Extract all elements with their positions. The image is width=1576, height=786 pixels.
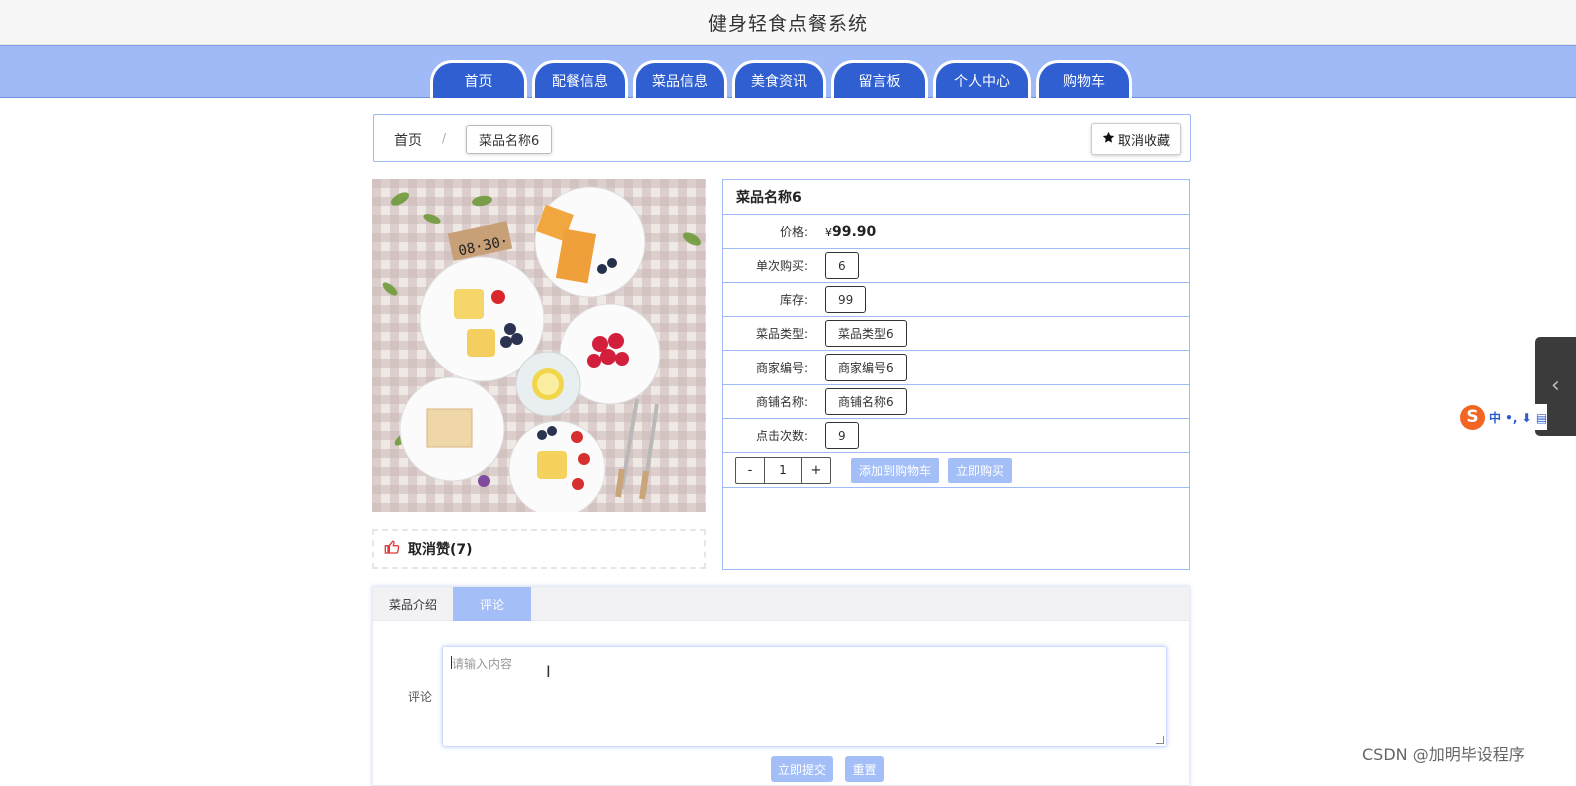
ime-toolbar[interactable]: S 中 •, ⬇ ▤ (1460, 404, 1548, 430)
product-field-value-wrap: 9 (825, 422, 859, 449)
quantity-stepper: - 1 + (735, 456, 831, 484)
product-field-value-wrap: 菜品类型6 (825, 320, 907, 347)
quantity-increase-button[interactable]: + (802, 458, 830, 483)
like-toggle[interactable]: 取消赞(7) (372, 529, 706, 569)
product-field-value: 99 (825, 286, 867, 313)
quantity-decrease-button[interactable]: - (736, 458, 764, 483)
top-header: 健身轻食点餐系统 (0, 0, 1576, 45)
product-field-value: 商铺名称6 (825, 388, 907, 415)
price-amount: 99.90 (832, 223, 877, 240)
text-cursor-icon: I (546, 662, 551, 681)
breadcrumb-home-link[interactable]: 首页 (394, 130, 422, 150)
product-field-value: 商家编号6 (825, 354, 907, 381)
price-value: ¥99.90 (825, 224, 876, 240)
product-field-label: 点击次数: (755, 429, 808, 443)
comment-placeholder: 请输入内容 (452, 657, 513, 671)
quantity-input[interactable]: 1 (764, 457, 802, 483)
chevron-left-icon: ‹ (1551, 373, 1560, 398)
breadcrumb: 首页 / 菜品名称6 取消收藏 (373, 114, 1191, 162)
tabs-panel: 菜品介绍 评论 评论 请输入内容 I 立即提交 重置 (372, 586, 1190, 786)
nav-item-5[interactable]: 个人中心 (933, 60, 1031, 98)
submit-comment-button[interactable]: 立即提交 (771, 756, 833, 782)
comment-label: 评论 (408, 690, 433, 704)
breadcrumb-separator: / (442, 131, 447, 145)
tab-intro[interactable]: 菜品介绍 (373, 587, 453, 621)
tab-comments[interactable]: 评论 (453, 587, 531, 621)
product-name: 菜品名称6 (723, 180, 1189, 215)
product-field-row: 菜品类型: 菜品类型6 (723, 317, 1189, 351)
product-field-label: 商铺名称: (755, 395, 808, 409)
nav-item-0[interactable]: 首页 (430, 60, 527, 98)
product-field-label: 单次购买: (755, 259, 808, 273)
sogou-logo-icon: S (1460, 404, 1485, 430)
product-field-label: 菜品类型: (755, 327, 808, 341)
product-fields: 单次购买: 6 库存: 99 菜品类型: 菜品类型6 商家编号: 商家编号6 商铺名称: 商铺名称… (723, 249, 1189, 453)
product-detail-table: 菜品名称6 价格: ¥99.90 单次购买: 6 库存: 99 菜品类型: 菜品类型6 商家… (722, 179, 1190, 570)
product-image: 08·30· (372, 179, 706, 512)
product-field-label: 库存: (779, 293, 808, 307)
product-field-value: 菜品类型6 (825, 320, 907, 347)
add-to-cart-button[interactable]: 添加到购物车 (851, 457, 940, 483)
star-icon (1102, 131, 1115, 148)
resize-grip-icon[interactable] (1156, 736, 1164, 744)
main-nav: 首页 配餐信息 菜品信息 美食资讯 留言板 个人中心 购物车 (0, 45, 1576, 98)
nav-list: 首页 配餐信息 菜品信息 美食资讯 留言板 个人中心 购物车 (430, 60, 1132, 98)
product-field-value-wrap: 商铺名称6 (825, 388, 907, 415)
nav-item-4[interactable]: 留言板 (831, 60, 928, 98)
product-field-value: 9 (825, 422, 859, 449)
tab-bar: 菜品介绍 评论 (373, 587, 1189, 621)
breadcrumb-current: 菜品名称6 (466, 125, 553, 154)
product-field-row: 单次购买: 6 (723, 249, 1189, 283)
reset-comment-button[interactable]: 重置 (845, 756, 884, 782)
price-row: 价格: ¥99.90 (723, 215, 1189, 249)
product-field-row: 点击次数: 9 (723, 419, 1189, 453)
nav-item-3[interactable]: 美食资讯 (732, 60, 826, 98)
buy-now-button[interactable]: 立即购买 (948, 457, 1013, 483)
price-label: 价格: (779, 225, 808, 239)
thumbs-up-icon (384, 539, 400, 559)
currency-symbol: ¥ (825, 225, 832, 239)
product-field-label: 商家编号: (755, 361, 808, 375)
unfavorite-button[interactable]: 取消收藏 (1090, 123, 1181, 155)
nav-item-6[interactable]: 购物车 (1036, 60, 1132, 98)
product-field-row: 商铺名称: 商铺名称6 (723, 385, 1189, 419)
ime-status: 中 •, ⬇ ▤ (1489, 410, 1548, 425)
product-field-row: 库存: 99 (723, 283, 1189, 317)
product-field-row: 商家编号: 商家编号6 (723, 351, 1189, 385)
comment-textarea[interactable]: 请输入内容 I (442, 646, 1167, 747)
unfavorite-label: 取消收藏 (1117, 133, 1170, 149)
text-caret (451, 656, 452, 669)
site-title: 健身轻食点餐系统 (707, 12, 868, 35)
product-field-value-wrap: 6 (825, 252, 859, 279)
nav-item-1[interactable]: 配餐信息 (532, 60, 628, 98)
product-field-value: 6 (825, 252, 859, 279)
like-label: 取消赞(7) (408, 542, 473, 558)
nav-item-2[interactable]: 菜品信息 (633, 60, 727, 98)
product-field-value-wrap: 商家编号6 (825, 354, 907, 381)
product-field-value-wrap: 99 (825, 286, 867, 313)
purchase-actions: - 1 + 添加到购物车 立即购买 (723, 453, 1189, 488)
watermark: CSDN @加明毕设程序 (1362, 745, 1525, 764)
